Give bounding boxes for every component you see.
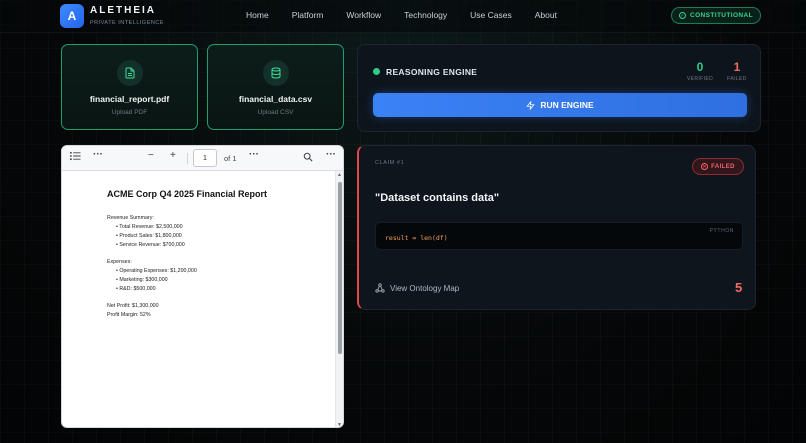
nav-link-about[interactable]: About xyxy=(535,10,557,20)
upload-hint: Upload CSV xyxy=(257,109,294,116)
upload-card-pdf[interactable]: financial_report.pdf Upload PDF xyxy=(61,44,198,130)
verified-stat: 0 VERIFIED xyxy=(683,60,717,82)
nav-link-technology[interactable]: Technology xyxy=(404,10,447,20)
claim-label: CLAIM #1 xyxy=(375,160,405,166)
outline-icon[interactable] xyxy=(70,151,81,164)
search-icon[interactable] xyxy=(303,152,313,165)
nav-link-platform[interactable]: Platform xyxy=(292,10,324,20)
claim-card: CLAIM #1 ✕ FAILED "Dataset contains data… xyxy=(357,145,756,310)
upload-filename: financial_report.pdf xyxy=(89,94,170,104)
x-circle-icon: ✕ xyxy=(701,163,709,170)
run-engine-button[interactable]: RUN ENGINE xyxy=(373,93,747,117)
pdf-page: ACME Corp Q4 2025 Financial Report Reven… xyxy=(62,171,337,427)
doc-item: • Operating Expenses: $1,200,000 xyxy=(116,268,197,274)
zoom-in-icon[interactable]: + xyxy=(170,150,176,161)
doc-line: Net Profit: $1,300,000 xyxy=(107,303,159,309)
status-dot xyxy=(373,68,380,75)
doc-line: Profit Margin: 52% xyxy=(107,312,151,318)
scrollbar[interactable]: ▲ ▼ xyxy=(335,171,343,427)
doc-item: • Product Sales: $1,800,000 xyxy=(116,233,182,239)
toolbar-divider xyxy=(187,153,188,164)
more-options-icon[interactable]: ··· xyxy=(326,149,336,160)
claim-text: "Dataset contains data" xyxy=(375,192,500,204)
doc-item: • Marketing: $300,000 xyxy=(116,277,168,283)
scroll-down-icon[interactable]: ▼ xyxy=(337,422,342,427)
brand: ALETHEIA PRIVATE INTELLIGENCE xyxy=(90,5,164,26)
scroll-thumb[interactable] xyxy=(338,182,342,354)
failed-stat: 1 FAILED xyxy=(720,60,754,82)
page-number-input[interactable]: 1 xyxy=(193,149,217,167)
pdf-viewer: ··· − + 1 of 1 ··· ··· ACME Corp Q4 2025… xyxy=(61,145,344,428)
check-circle-icon: ✓ xyxy=(678,12,686,19)
nav-links: Home Platform Workflow Technology Use Ca… xyxy=(246,10,580,20)
upload-filename: financial_data.csv xyxy=(238,94,313,104)
more-icon[interactable]: ··· xyxy=(93,149,103,160)
code-text: result = len(df) xyxy=(385,234,448,242)
pdf-toolbar: ··· − + 1 of 1 ··· ··· xyxy=(62,146,343,171)
doc-heading: Revenue Summary: xyxy=(107,215,154,221)
lightning-icon xyxy=(526,100,536,110)
doc-heading: Expenses: xyxy=(107,259,132,265)
code-language: PYTHON xyxy=(709,228,734,234)
upload-hint: Upload PDF xyxy=(111,109,148,116)
verified-count: 0 xyxy=(696,60,704,74)
graph-icon xyxy=(375,283,385,293)
nav-link-home[interactable]: Home xyxy=(246,10,269,20)
top-nav: A ALETHEIA PRIVATE INTELLIGENCE Home Pla… xyxy=(0,0,806,33)
page-count: of 1 xyxy=(224,154,237,163)
upload-card-csv[interactable]: financial_data.csv Upload CSV xyxy=(207,44,344,130)
constitutional-label: CONSTITUTIONAL xyxy=(689,12,753,19)
verified-label: VERIFIED xyxy=(686,76,714,82)
reasoning-engine-card: REASONING ENGINE 0 VERIFIED 1 FAILED RUN… xyxy=(357,44,761,132)
logo[interactable]: A xyxy=(60,4,84,28)
engine-title: REASONING ENGINE xyxy=(386,67,478,77)
nav-link-use-cases[interactable]: Use Cases xyxy=(470,10,512,20)
failed-badge: ✕ FAILED xyxy=(692,158,744,175)
brand-name: ALETHEIA xyxy=(90,5,156,16)
failed-count: 1 xyxy=(733,60,741,74)
doc-item: • Service Revenue: $700,000 xyxy=(116,242,185,248)
zoom-out-icon[interactable]: − xyxy=(148,150,154,161)
failed-label: FAILED xyxy=(727,76,747,82)
database-icon xyxy=(262,60,289,86)
nav-link-workflow[interactable]: Workflow xyxy=(346,10,381,20)
ontology-link-label: View Ontology Map xyxy=(390,283,460,293)
code-block: PYTHON result = len(df) xyxy=(375,222,743,250)
scroll-up-icon[interactable]: ▲ xyxy=(337,172,342,178)
view-ontology-map-link[interactable]: View Ontology Map xyxy=(375,283,459,293)
doc-item: • R&D: $500,000 xyxy=(116,286,156,292)
failed-badge-label: FAILED xyxy=(711,163,735,170)
claim-score: 5 xyxy=(735,280,743,295)
constitutional-badge[interactable]: ✓ CONSTITUTIONAL xyxy=(671,7,761,24)
more-icon[interactable]: ··· xyxy=(249,149,259,160)
document-icon xyxy=(116,60,143,86)
run-engine-label: RUN ENGINE xyxy=(540,100,594,110)
doc-title: ACME Corp Q4 2025 Financial Report xyxy=(107,189,268,199)
brand-tagline: PRIVATE INTELLIGENCE xyxy=(90,20,164,26)
doc-item: • Total Revenue: $2,500,000 xyxy=(116,224,183,230)
